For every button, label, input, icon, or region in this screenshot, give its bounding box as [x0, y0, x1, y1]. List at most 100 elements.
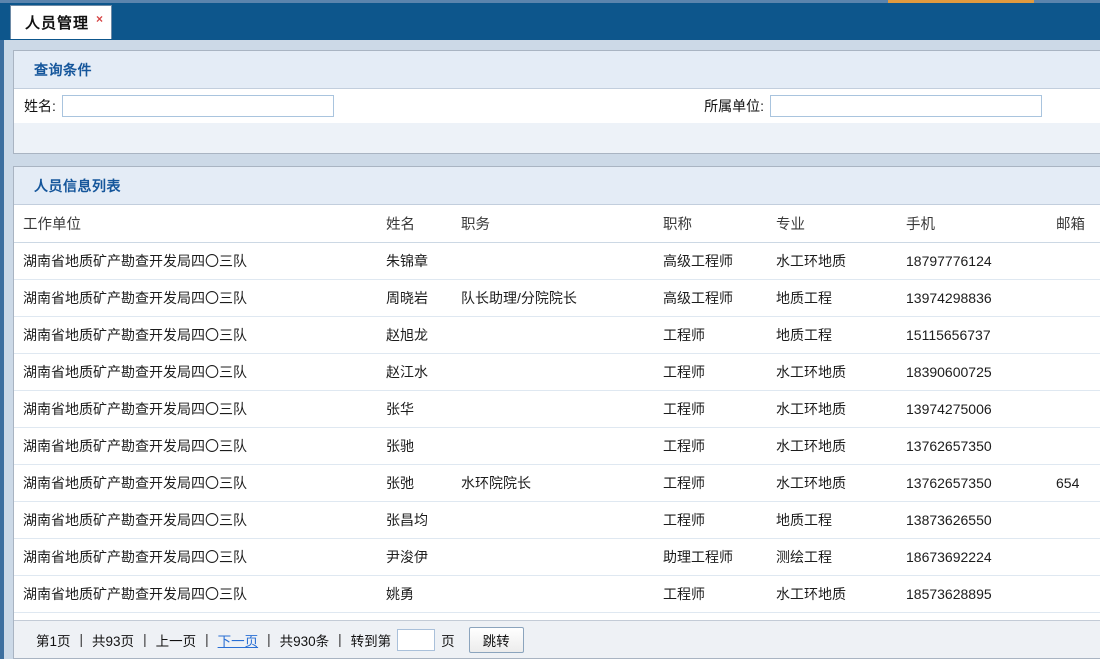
pagination-bar: 第1页 | 共93页 | 上一页 | 下一页 | 共930条 | 转到第 页 跳… — [14, 620, 1100, 658]
table-row: 湖南省地质矿产勘查开发局四〇三队朱锦章高级工程师水工环地质18797776124 — [14, 242, 1100, 279]
table-cell: 水工环地质 — [767, 353, 897, 390]
query-panel-header: 查询条件 — [14, 51, 1100, 89]
pager-separator: | — [267, 632, 271, 647]
table-cell — [1047, 501, 1100, 538]
jump-button[interactable]: 跳转 — [469, 627, 524, 653]
table-column-header: 姓名 — [377, 205, 452, 242]
table-cell — [1047, 538, 1100, 575]
table-cell: 湖南省地质矿产勘查开发局四〇三队 — [14, 316, 377, 353]
table-cell: 工程师 — [654, 390, 767, 427]
prev-page-link[interactable]: 上一页 — [156, 630, 197, 650]
table-cell — [1047, 575, 1100, 612]
table-cell: 助理工程师 — [654, 538, 767, 575]
goto-page-input[interactable] — [397, 629, 435, 651]
table-cell — [452, 353, 654, 390]
table-cell: 13974275006 — [897, 390, 1047, 427]
unit-field-group: 所属单位: — [704, 95, 1042, 117]
table-row: 湖南省地质矿产勘查开发局四〇三队张昌均工程师地质工程13873626550 — [14, 501, 1100, 538]
table-column-header: 邮箱 — [1047, 205, 1100, 242]
table-row: 湖南省地质矿产勘查开发局四〇三队张驰工程师水工环地质13762657350 — [14, 427, 1100, 464]
table-cell — [1047, 427, 1100, 464]
next-page-link[interactable]: 下一页 — [218, 630, 259, 650]
tab-label: 人员管理 — [25, 12, 89, 33]
table-cell: 地质工程 — [767, 279, 897, 316]
table-cell: 工程师 — [654, 575, 767, 612]
table-cell: 湖南省地质矿产勘查开发局四〇三队 — [14, 427, 377, 464]
goto-suffix-label: 页 — [441, 630, 455, 650]
table-cell — [452, 316, 654, 353]
table-cell: 工程师 — [654, 427, 767, 464]
table-cell: 地质工程 — [767, 316, 897, 353]
pager-separator: | — [80, 632, 84, 647]
table-cell: 水工环地质 — [767, 464, 897, 501]
table-column-header: 工作单位 — [14, 205, 377, 242]
pager-separator: | — [205, 632, 209, 647]
table-cell: 姚勇 — [377, 575, 452, 612]
table-row: 湖南省地质矿产勘查开发局四〇三队赵江水工程师水工环地质18390600725 — [14, 353, 1100, 390]
table-cell: 高级工程师 — [654, 279, 767, 316]
table-row: 湖南省地质矿产勘查开发局四〇三队姚勇 工程师水工环地质18573628895 — [14, 575, 1100, 612]
table-cell: 654 — [1047, 464, 1100, 501]
unit-field-label: 所属单位: — [704, 96, 764, 116]
table-cell — [1047, 242, 1100, 279]
main-content: 查询条件 姓名: 所属单位: 人员信息列表 — [0, 40, 1100, 659]
table-row: 湖南省地质矿产勘查开发局四〇三队赵旭龙 工程师地质工程15115656737 — [14, 316, 1100, 353]
table-cell: 13762657350 — [897, 427, 1047, 464]
tab-close-icon[interactable]: × — [96, 13, 103, 25]
table-column-header: 职称 — [654, 205, 767, 242]
query-panel-footer-area — [14, 123, 1100, 153]
tab-personnel-management[interactable]: 人员管理 × — [10, 5, 112, 39]
table-cell: 湖南省地质矿产勘查开发局四〇三队 — [14, 279, 377, 316]
table-cell: 水工环地质 — [767, 427, 897, 464]
table-cell — [452, 242, 654, 279]
table-cell: 13974298836 — [897, 279, 1047, 316]
table-cell — [1047, 353, 1100, 390]
table-row: 湖南省地质矿产勘查开发局四〇三队张弛水环院院长工程师水工环地质137626573… — [14, 464, 1100, 501]
table-cell: 测绘工程 — [767, 538, 897, 575]
table-cell: 水工环地质 — [767, 575, 897, 612]
table-cell: 工程师 — [654, 501, 767, 538]
table-column-header: 手机 — [897, 205, 1047, 242]
table-cell: 湖南省地质矿产勘查开发局四〇三队 — [14, 575, 377, 612]
table-cell: 高级工程师 — [654, 242, 767, 279]
unit-input[interactable] — [770, 95, 1042, 117]
table-cell: 工程师 — [654, 316, 767, 353]
table-cell: 周晓岩 — [377, 279, 452, 316]
table-cell: 张弛 — [377, 464, 452, 501]
table-cell: 13873626550 — [897, 501, 1047, 538]
table-cell: 18390600725 — [897, 353, 1047, 390]
table-cell — [452, 427, 654, 464]
table-cell — [1047, 390, 1100, 427]
table-cell: 湖南省地质矿产勘查开发局四〇三队 — [14, 390, 377, 427]
table-column-header: 专业 — [767, 205, 897, 242]
table-cell: 18573628895 — [897, 575, 1047, 612]
table-cell: 工程师 — [654, 464, 767, 501]
table-row: 湖南省地质矿产勘查开发局四〇三队张华工程师水工环地质13974275006 — [14, 390, 1100, 427]
table-cell: 队长助理/分院院长 — [452, 279, 654, 316]
table-cell: 赵旭龙 — [377, 316, 452, 353]
table-cell: 湖南省地质矿产勘查开发局四〇三队 — [14, 538, 377, 575]
table-cell: 15115656737 — [897, 316, 1047, 353]
table-cell: 朱锦章 — [377, 242, 452, 279]
table-cell: 尹浚伊 — [377, 538, 452, 575]
table-cell: 水工环地质 — [767, 390, 897, 427]
table-cell: 水工环地质 — [767, 242, 897, 279]
table-cell: 张昌均 — [377, 501, 452, 538]
personnel-table: 工作单位姓名职务职称专业手机邮箱 湖南省地质矿产勘查开发局四〇三队朱锦章高级工程… — [14, 205, 1100, 613]
tab-bar: 人员管理 × — [0, 3, 1100, 40]
table-cell — [452, 390, 654, 427]
table-cell: 湖南省地质矿产勘查开发局四〇三队 — [14, 353, 377, 390]
panel-gap — [13, 154, 1100, 166]
table-cell: 18797776124 — [897, 242, 1047, 279]
personnel-table-wrap: 工作单位姓名职务职称专业手机邮箱 湖南省地质矿产勘查开发局四〇三队朱锦章高级工程… — [14, 205, 1100, 620]
list-panel-header: 人员信息列表 — [14, 167, 1100, 205]
table-cell: 湖南省地质矿产勘查开发局四〇三队 — [14, 464, 377, 501]
table-row: 湖南省地质矿产勘查开发局四〇三队尹浚伊助理工程师测绘工程18673692224 — [14, 538, 1100, 575]
name-input[interactable] — [62, 95, 334, 117]
query-form-row: 姓名: 所属单位: — [14, 89, 1100, 123]
table-cell: 湖南省地质矿产勘查开发局四〇三队 — [14, 501, 377, 538]
table-row: 湖南省地质矿产勘查开发局四〇三队周晓岩队长助理/分院院长高级工程师地质工程139… — [14, 279, 1100, 316]
list-panel-title: 人员信息列表 — [34, 178, 121, 194]
table-cell: 水环院院长 — [452, 464, 654, 501]
table-cell: 赵江水 — [377, 353, 452, 390]
